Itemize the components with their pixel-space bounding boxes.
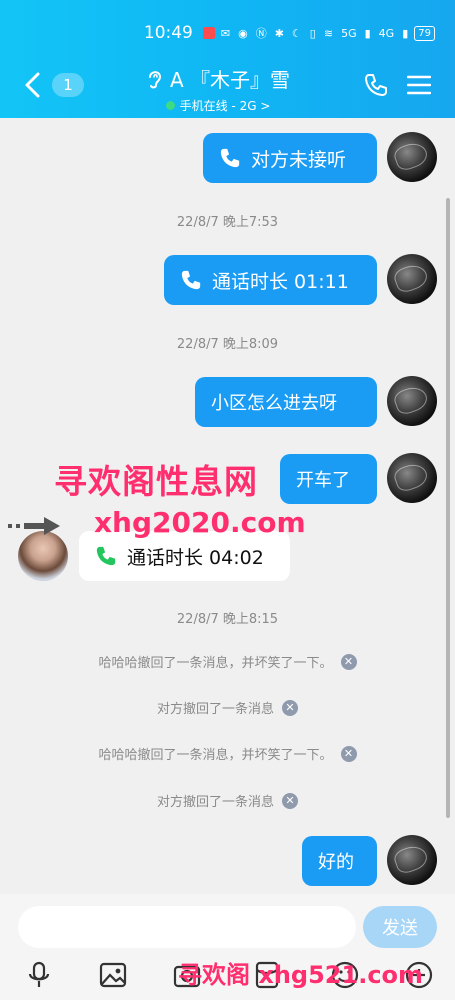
arrow-right-icon — [8, 517, 60, 535]
watermark-url: xhg2020.com — [94, 506, 306, 539]
recall-notice-text: 哈哈哈撤回了一条消息，并坏笑了一下。 — [98, 656, 333, 671]
vibrate-icon: ▯ — [309, 26, 316, 40]
scrollbar[interactable] — [446, 198, 450, 818]
chat-title-area[interactable]: A 『木子』雪 手机在线 - 2G > — [128, 64, 308, 114]
message-timestamp: 22/8/7 晚上7:53 — [176, 215, 279, 230]
message-text: 对方未接听 — [251, 148, 347, 171]
my-avatar[interactable] — [387, 132, 437, 182]
status-bar: 10:49 ✉ ◉ Ⓝ ✱ ☾ ▯ ≋ 5G ▮ 4G ▮ 79 — [144, 20, 435, 46]
recall-notice: 哈哈哈撤回了一条消息，并坏笑了一下。 ✕ — [0, 744, 455, 763]
message-timestamp: 22/8/7 晚上8:09 — [176, 337, 279, 352]
close-icon[interactable]: ✕ — [282, 699, 298, 716]
signal-icon-2: ▮ — [402, 26, 409, 40]
message-bubble-outgoing[interactable]: 好的 — [302, 836, 377, 886]
ear-icon — [148, 70, 161, 88]
message-bubble-outgoing[interactable]: 对方未接听 — [203, 133, 377, 183]
app-notification-icon — [202, 27, 215, 39]
send-button[interactable]: 发送 — [363, 906, 437, 948]
chat-header: 10:49 ✉ ◉ Ⓝ ✱ ☾ ▯ ≋ 5G ▮ 4G ▮ 79 1 A 『木子… — [0, 0, 455, 118]
recall-notice-text: 对方撤回了一条消息 — [156, 795, 274, 810]
network-type-label: 5G — [341, 26, 357, 40]
recall-notice: 对方撤回了一条消息 ✕ — [0, 698, 455, 717]
message-text: 好的 — [318, 852, 354, 873]
contact-avatar[interactable] — [18, 531, 68, 581]
message-bubble-outgoing[interactable]: 通话时长 01:11 — [164, 255, 377, 305]
message-bubble-outgoing[interactable]: 开车了 — [280, 454, 377, 504]
message-input[interactable] — [18, 906, 356, 948]
recall-notice-text: 哈哈哈撤回了一条消息，并坏笑了一下。 — [98, 748, 333, 763]
my-avatar[interactable] — [387, 453, 437, 503]
image-icon[interactable] — [98, 960, 128, 990]
phone-icon — [181, 270, 201, 290]
recall-notice-text: 对方撤回了一条消息 — [156, 702, 274, 717]
chat-title: A 『木子』雪 — [169, 68, 291, 92]
message-text: 通话时长 04:02 — [127, 546, 264, 569]
message-text: 通话时长 01:11 — [212, 270, 349, 293]
bluetooth-icon: ✱ — [274, 26, 284, 40]
close-icon[interactable]: ✕ — [282, 792, 298, 809]
network-type-label-2: 4G — [378, 26, 395, 40]
my-avatar[interactable] — [387, 835, 437, 885]
microphone-icon[interactable] — [24, 960, 54, 990]
wifi-icon: ≋ — [323, 26, 334, 40]
message-text: 开车了 — [296, 470, 350, 491]
back-arrow-icon[interactable] — [22, 70, 44, 100]
status-time: 10:49 — [143, 23, 193, 43]
message-timestamp: 22/8/7 晚上8:15 — [176, 612, 279, 627]
my-avatar[interactable] — [387, 254, 437, 304]
close-icon[interactable]: ✕ — [340, 745, 357, 762]
online-status-dot — [165, 101, 175, 110]
phone-icon — [220, 148, 240, 168]
phone-icon — [96, 546, 116, 566]
dnd-icon: ☾ — [291, 26, 302, 40]
unread-count-badge[interactable]: 1 — [52, 73, 84, 97]
phone-call-icon[interactable] — [363, 72, 389, 98]
recall-notice: 对方撤回了一条消息 ✕ — [0, 791, 455, 810]
watermark-text: 寻欢阁性息网 — [54, 462, 258, 501]
eye-icon: ◉ — [238, 26, 248, 40]
battery-icon: 79 — [414, 25, 435, 41]
close-icon[interactable]: ✕ — [340, 653, 357, 670]
message-bubble-outgoing[interactable]: 小区怎么进去呀 — [195, 377, 377, 427]
watermark-bottom: 寻欢阁 xhg521.com — [178, 961, 424, 989]
signal-icon: ▮ — [364, 26, 371, 40]
nfc-icon: Ⓝ — [255, 27, 267, 40]
message-text: 小区怎么进去呀 — [211, 393, 337, 414]
menu-icon[interactable] — [407, 74, 431, 96]
recall-notice: 哈哈哈撤回了一条消息，并坏笑了一下。 ✕ — [0, 652, 455, 671]
my-avatar[interactable] — [387, 376, 437, 426]
wechat-icon: ✉ — [220, 26, 231, 40]
online-status-text: 手机在线 - 2G > — [179, 99, 271, 113]
